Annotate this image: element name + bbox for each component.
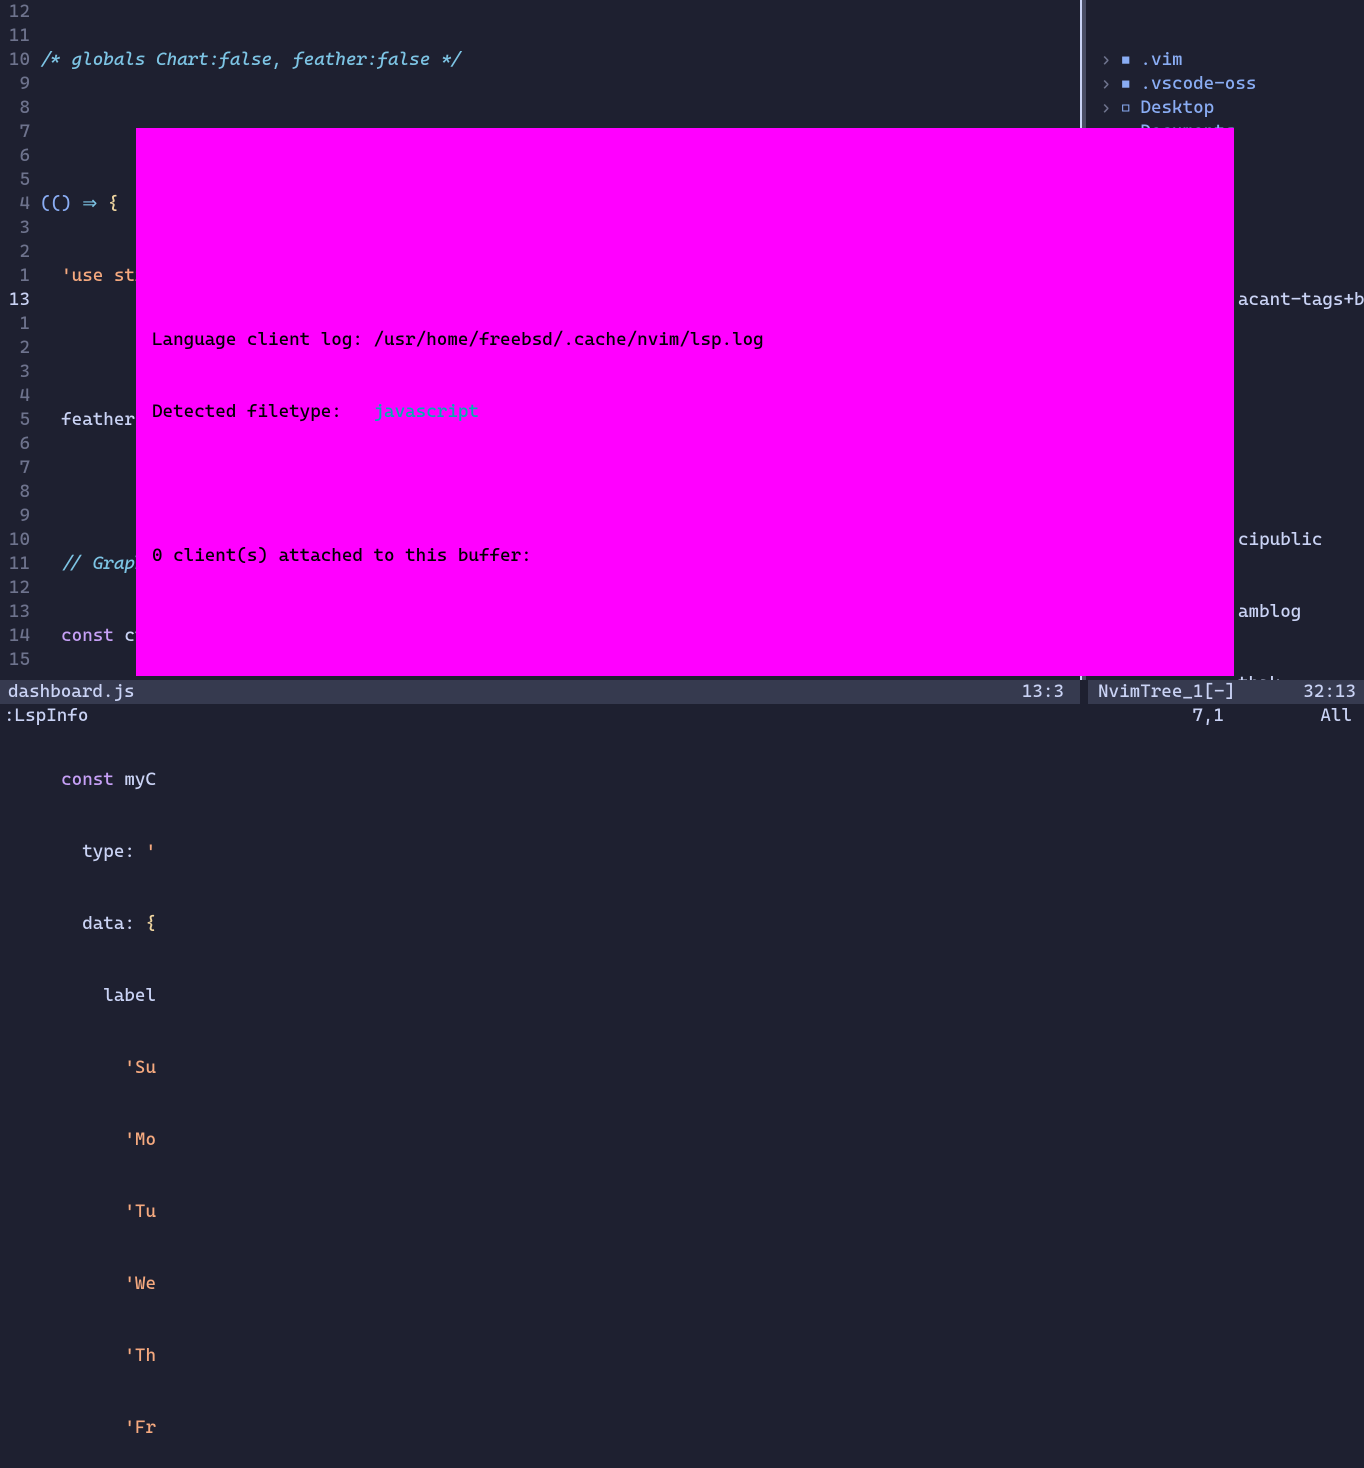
line-number: 1 [0, 312, 30, 336]
line-number: 7 [0, 456, 30, 480]
line-number: 15 [0, 648, 30, 672]
line-number: 3 [0, 216, 30, 240]
line-number: 9 [0, 504, 30, 528]
lspinfo-float-window[interactable]: Language client log: /usr/home/freebsd/.… [136, 128, 1234, 676]
prop: type: [82, 841, 135, 862]
line-number: 8 [0, 96, 30, 120]
tree-folder-name: .vscode-oss [1140, 73, 1256, 94]
arrow: ⇒ [82, 193, 97, 214]
line-number: 4 [0, 192, 30, 216]
status-cursor-pos: 13:3 [1022, 680, 1064, 704]
line-number: 5 [0, 408, 30, 432]
folder-icon [1122, 97, 1130, 118]
line-number-gutter: 12111098765432113123456789101112131415 [0, 0, 36, 672]
tree-folder-name: Desktop [1140, 97, 1214, 118]
tree-folder[interactable]: › .vim [1090, 48, 1364, 72]
string: 'Mo [124, 1129, 156, 1150]
ident: myC [114, 769, 156, 790]
status-filename: dashboard.js [8, 680, 135, 704]
lsp-filetype-value: javascript [373, 401, 478, 422]
chevron-right-icon: › [1101, 73, 1112, 94]
line-number: 11 [0, 552, 30, 576]
keyword: const [61, 769, 114, 790]
folder-icon [1122, 73, 1130, 94]
line-number: 2 [0, 336, 30, 360]
code-text: label [40, 985, 156, 1006]
line-number: 7 [0, 120, 30, 144]
status-tree-pos: 32:13 [1303, 680, 1356, 704]
brace: { [145, 913, 156, 934]
lsp-filetype-label: Detected filetype: [152, 401, 373, 422]
string: 'Th [124, 1345, 156, 1366]
string: ' [145, 841, 156, 862]
line-number: 2 [0, 240, 30, 264]
line-number: 10 [0, 528, 30, 552]
tree-folder[interactable]: › .vscode-oss [1090, 72, 1364, 96]
command-text: :LspInfo [4, 704, 88, 728]
paren: (() [40, 193, 82, 214]
line-number: 8 [0, 480, 30, 504]
line-number: 1 [0, 264, 30, 288]
line-number: 9 [0, 72, 30, 96]
command-scroll-pct: All [1320, 704, 1352, 728]
tree-folder[interactable]: › Desktop [1090, 96, 1364, 120]
lsp-clients-attached: 0 client(s) attached to this buffer: [152, 545, 542, 566]
tree-folder-name: .vim [1140, 49, 1182, 70]
line-number: 13 [0, 288, 30, 312]
brace: { [97, 193, 118, 214]
line-number: 11 [0, 24, 30, 48]
lsp-log-path: /usr/home/freebsd/.cache/nvim/lsp.log [373, 329, 763, 350]
line-number: 3 [0, 360, 30, 384]
comment: /* globals Chart:false, feather:false */ [40, 49, 462, 70]
status-tree-name: NvimTree_1[-] [1098, 680, 1235, 704]
line-number: 14 [0, 624, 30, 648]
line-number: 4 [0, 384, 30, 408]
command-line[interactable]: :LspInfo 7,1 All [0, 704, 1364, 728]
status-bar: dashboard.js 13:3 NvimTree_1[-] 32:13 [0, 680, 1364, 704]
chevron-right-icon: › [1101, 49, 1112, 70]
prop: data: [82, 913, 135, 934]
lsp-log-label: Language client log: [152, 329, 373, 350]
line-number: 10 [0, 48, 30, 72]
line-number: 5 [0, 168, 30, 192]
folder-icon [1122, 49, 1130, 70]
chevron-right-icon: › [1101, 97, 1112, 118]
command-cursor-pos: 7,1 [1192, 704, 1224, 728]
string: 'We [124, 1273, 156, 1294]
line-number: 6 [0, 432, 30, 456]
line-number: 12 [0, 576, 30, 600]
line-number: 12 [0, 0, 30, 24]
keyword: const [61, 625, 114, 646]
string: 'Fr [124, 1417, 156, 1438]
line-number: 13 [0, 600, 30, 624]
string: 'Tu [124, 1201, 156, 1222]
line-number: 6 [0, 144, 30, 168]
string: 'Su [124, 1057, 156, 1078]
